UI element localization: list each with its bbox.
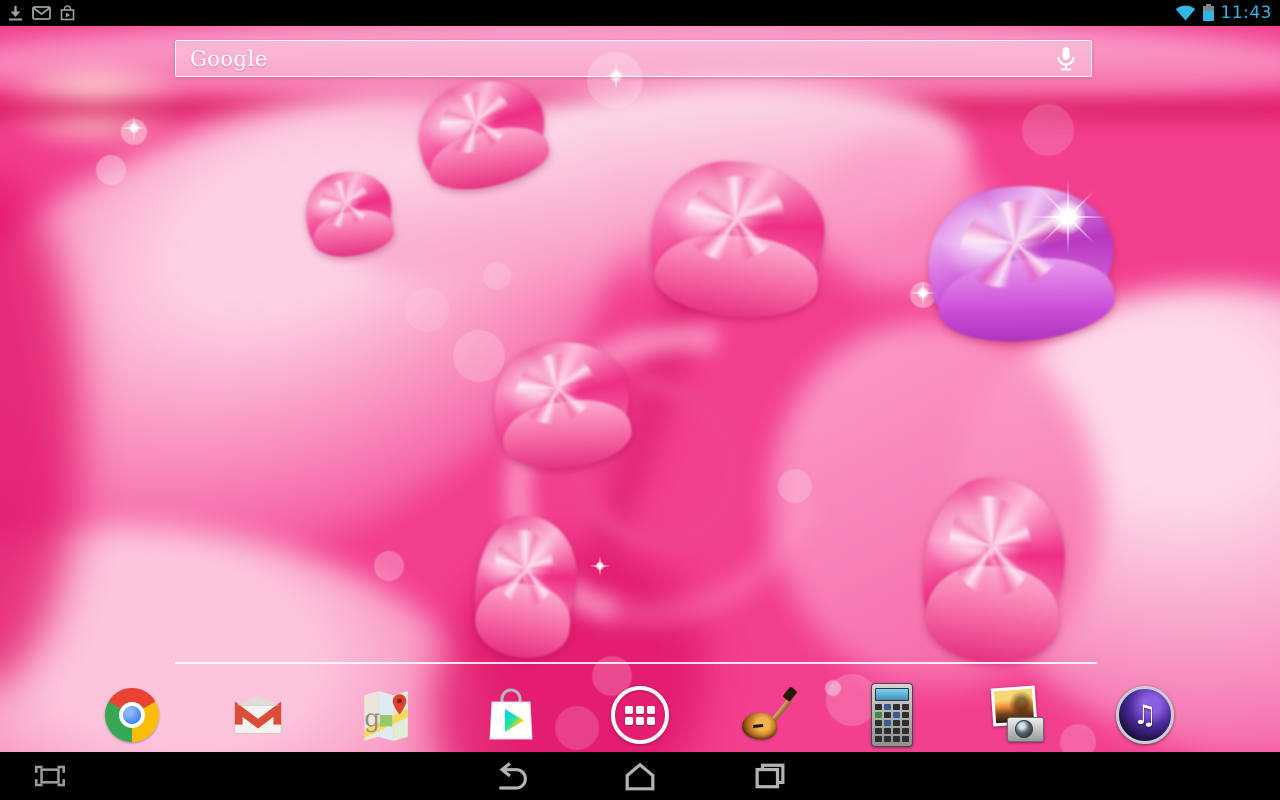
bokeh-circle (405, 288, 449, 332)
bokeh-circle (96, 155, 126, 185)
dock-music-player-icon[interactable]: ♫ (1116, 686, 1174, 744)
google-logo: Google (190, 47, 268, 71)
dock-music-maker-icon[interactable] (737, 686, 795, 744)
status-bar[interactable]: 11:43 (0, 0, 1280, 26)
svg-text:g: g (364, 703, 380, 732)
recents-icon (751, 761, 789, 791)
home-button[interactable] (595, 752, 685, 800)
dock-maps-icon[interactable]: g (356, 686, 414, 744)
clock: 11:43 (1221, 3, 1273, 23)
dock-gmail-icon[interactable] (229, 686, 287, 744)
screenshot-icon (31, 761, 69, 791)
chrome-icon (105, 688, 159, 742)
play-store-icon (60, 5, 75, 21)
dock-gallery-icon[interactable] (989, 686, 1047, 744)
android-home-screen: 11:43 Google (0, 0, 1280, 800)
home-icon (621, 760, 659, 792)
play-store-bag-icon (484, 687, 538, 743)
google-search-bar[interactable]: Google (175, 40, 1092, 77)
dock-divider (175, 662, 1097, 664)
gmail-icon (32, 6, 51, 20)
bokeh-circle (825, 680, 841, 696)
sparkle-star (1030, 179, 1106, 255)
wallpaper-rosebud (469, 511, 583, 659)
bokeh-circle (1022, 104, 1074, 156)
bokeh-circle (374, 551, 404, 581)
bokeh-circle (778, 469, 812, 503)
wifi-icon (1175, 5, 1196, 21)
gallery-camera-icon (989, 687, 1047, 743)
recents-button[interactable] (725, 752, 815, 800)
battery-icon (1203, 6, 1214, 21)
dock-chrome-icon[interactable] (103, 686, 161, 744)
back-icon (492, 760, 532, 792)
dock-calculator-icon[interactable] (863, 686, 921, 744)
download-icon (8, 5, 23, 21)
wallpaper-rosebud (919, 474, 1068, 661)
music-note-icon: ♫ (1116, 686, 1174, 744)
maps-icon: g (361, 688, 409, 742)
gmail-envelope-icon (231, 694, 285, 736)
screenshot-button[interactable] (5, 752, 95, 800)
all-apps-icon (611, 686, 669, 744)
wallpaper-rosebud (486, 333, 638, 473)
bokeh-circle (555, 706, 599, 750)
sparkle-star (910, 280, 936, 306)
dock-play-store-icon[interactable] (482, 686, 540, 744)
microphone-icon[interactable] (1055, 46, 1077, 72)
bokeh-circle (483, 262, 511, 290)
guitar-icon (736, 685, 796, 745)
dock-app-drawer-button[interactable] (611, 686, 669, 744)
calculator-icon (871, 683, 913, 747)
sparkle-star (590, 556, 610, 576)
back-button[interactable] (467, 752, 557, 800)
wallpaper-rosebud (300, 165, 399, 261)
rose-live-wallpaper (0, 0, 1280, 800)
wallpaper-rosebud (647, 156, 829, 318)
navigation-bar (0, 752, 1280, 800)
sparkle-star (122, 116, 146, 140)
